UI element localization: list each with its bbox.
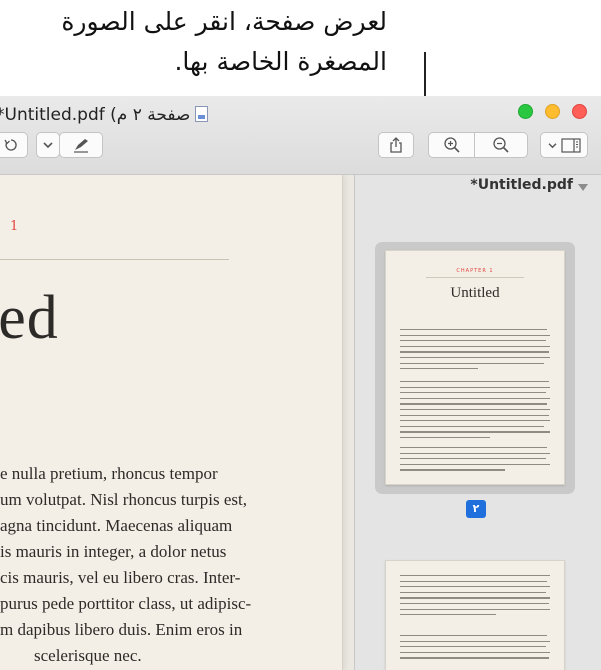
divider [0,259,229,260]
body-line: scelerisque nec. [34,646,142,665]
body-line: cis mauris, vel eu libero cras. Inter- [0,568,241,587]
sidebar-view-button[interactable] [540,132,588,158]
rotate-button[interactable] [0,132,28,158]
thumbnail-text-block [400,635,550,663]
thumbnail-divider [426,277,524,278]
chapter-number: 1 [10,219,19,234]
page-number-badge: ٢ [466,500,486,518]
document-page: 1 led e nulla pretium, rhoncus tempor um… [0,175,343,670]
document-icon[interactable] [195,106,208,122]
thumbnail-sidebar[interactable]: *Untitled.pdf CHAPTER 1 Untitled ٢ [355,175,601,670]
disclosure-triangle-icon[interactable] [578,184,588,191]
page-body-text: e nulla pretium, rhoncus tempor um volut… [0,461,350,669]
close-window-button[interactable] [572,104,587,119]
chevron-down-icon [43,142,53,149]
zoom-in-button[interactable] [428,132,475,158]
thumbnail-chapter-label: CHAPTER 1 [456,268,494,274]
share-button[interactable] [378,132,414,158]
sidebar-document-title[interactable]: *Untitled.pdf [470,177,573,193]
zoom-in-icon [443,137,460,153]
thumbnail-text-block [400,329,550,374]
document-view[interactable]: 1 led e nulla pretium, rhoncus tempor um… [0,175,355,670]
body-line: e nulla pretium, rhoncus tempor [0,464,218,483]
page-title: led [0,284,59,352]
zoom-out-icon [493,137,509,153]
body-line: purus pede porttitor class, ut adipisc- [0,594,252,613]
share-icon [390,137,402,153]
body-line: is mauris in integer, a dolor netus [0,542,227,561]
thumbnail-title: Untitled [450,285,500,301]
markup-button[interactable] [59,132,103,158]
window-title: *Untitled.pdf (صفحة ٢ م [0,105,191,125]
thumbnail-text-block [400,575,550,620]
callout-line-1: لعرض صفحة، انقر على الصورة [61,7,387,36]
body-line: agna tincidunt. Maecenas aliquam [0,516,233,535]
minimize-window-button[interactable] [545,104,560,119]
rotate-icon [4,139,17,151]
callout-line-2: المصغرة الخاصة بها. [174,47,387,76]
chevron-down-icon [548,142,556,148]
preview-window: *Untitled.pdf (صفحة ٢ م 1 ed e nulla pre… [0,96,601,670]
page-thumbnail-3[interactable] [385,560,565,670]
title-bar: *Untitled.pdf (صفحة ٢ م [0,96,601,175]
body-line: m dapibus libero duis. Enim eros in [0,620,243,639]
markup-pen-icon [74,139,88,153]
sidebar-icon [560,137,581,153]
thumbnail-text-block [400,447,550,475]
page-thumbnail-2[interactable]: CHAPTER 1 Untitled [385,250,565,485]
sidebar-header[interactable]: *Untitled.pdf [355,175,601,199]
body-line: um volutpat. Nisl rhoncus turpis est, [0,490,247,509]
markup-menu-button[interactable] [36,132,60,158]
zoom-window-button[interactable] [518,104,533,119]
selected-thumbnail-highlight[interactable]: CHAPTER 1 Untitled [375,242,575,494]
thumbnail-text-block [400,381,550,443]
zoom-out-button[interactable] [474,132,528,158]
